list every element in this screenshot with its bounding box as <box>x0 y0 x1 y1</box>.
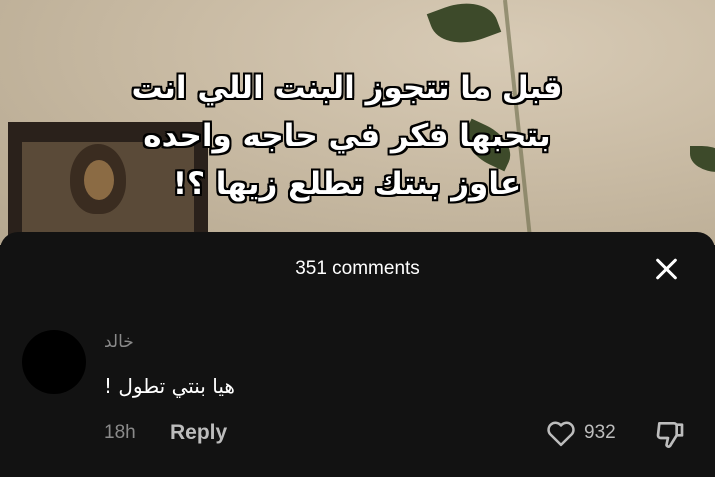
caption-line: عاوز بنتك تطلع زيها ؟! <box>172 166 522 202</box>
like-count: 932 <box>584 422 616 443</box>
comment-timestamp: 18h <box>104 422 136 443</box>
heart-icon <box>547 421 575 447</box>
reply-button[interactable]: Reply <box>170 421 227 445</box>
comments-panel: 351 comments خالد هيا بنتي تطول ! 18h Re… <box>0 232 715 477</box>
close-icon[interactable] <box>651 254 681 284</box>
dislike-button[interactable] <box>654 418 686 450</box>
avatar[interactable] <box>22 330 86 394</box>
like-button[interactable]: 932 <box>546 418 616 448</box>
video-caption: قبل ما تتجوز البنت اللي انت بتحبها فكر ف… <box>97 64 597 208</box>
caption-line: بتحبها فكر في حاجه واحده <box>143 118 551 154</box>
comment-username[interactable]: خالد <box>104 332 134 352</box>
comment-text: هيا بنتي تطول ! <box>104 374 235 398</box>
thumbs-down-icon <box>656 422 684 448</box>
comments-count: 351 comments <box>295 258 420 279</box>
caption-line: قبل ما تتجوز البنت اللي انت <box>131 70 563 106</box>
video-frame[interactable]: قبل ما تتجوز البنت اللي انت بتحبها فكر ف… <box>0 0 715 245</box>
leaf-decoration <box>690 146 715 172</box>
leaf-decoration <box>426 0 502 54</box>
